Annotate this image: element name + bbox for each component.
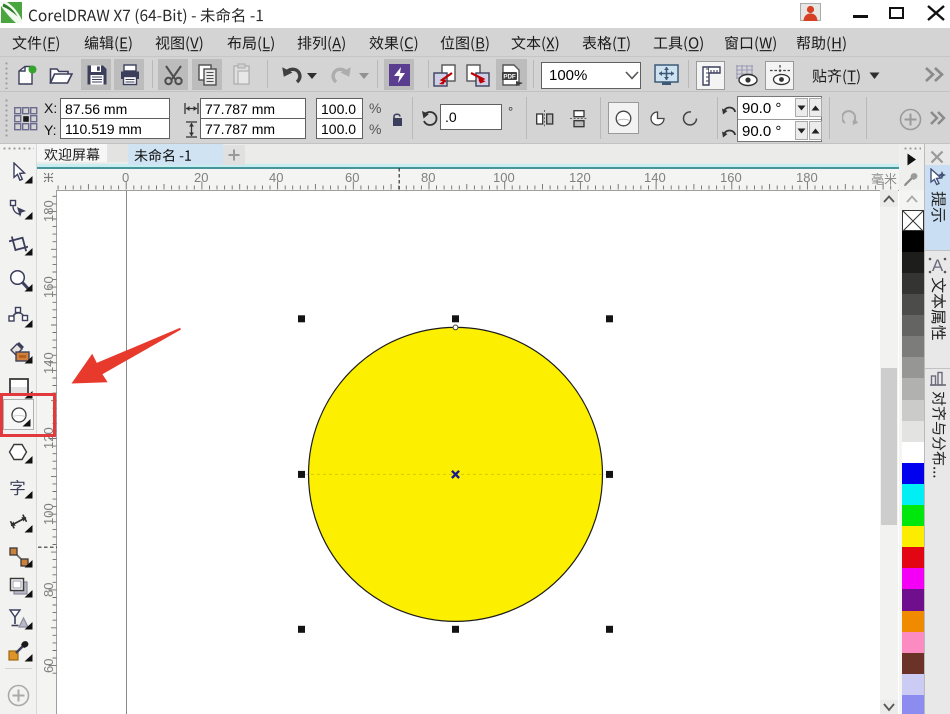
svg-text:A: A (932, 256, 944, 275)
